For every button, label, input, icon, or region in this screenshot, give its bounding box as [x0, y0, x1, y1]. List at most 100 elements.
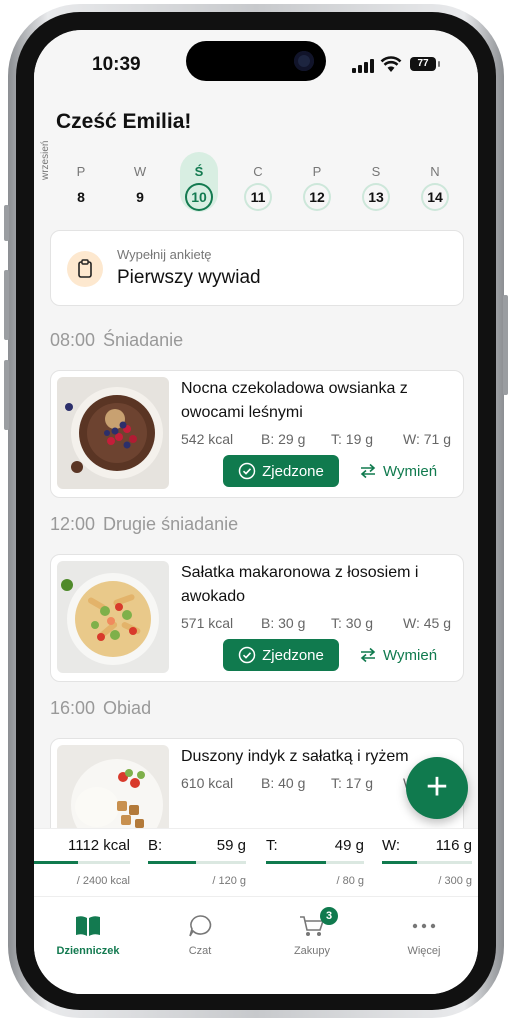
- meal-time: 16:00: [50, 698, 96, 718]
- meal-card[interactable]: Nocna czekoladowa owsianka z owocami leś…: [50, 370, 464, 498]
- meal-label: Śniadanie: [103, 330, 184, 350]
- meal-kcal: 542 kcal: [181, 431, 234, 447]
- swap-icon: [360, 463, 376, 479]
- wifi-icon: [380, 56, 402, 72]
- swap-button[interactable]: Wymień: [359, 455, 455, 487]
- meal-carbs: W: 45 g: [403, 615, 451, 631]
- survey-card[interactable]: Wypełnij ankietę Pierwszy wywiad: [50, 230, 464, 306]
- meal-fat: T: 17 g: [331, 775, 374, 791]
- more-icon: [412, 923, 436, 929]
- summary-target: / 120 g: [212, 875, 246, 887]
- meal-time: 12:00: [50, 514, 96, 534]
- day-number: 8: [77, 189, 85, 205]
- summary-progress-fill: [148, 861, 197, 864]
- tab-wiecej[interactable]: Więcej: [374, 911, 474, 957]
- volume-up-button: [4, 270, 9, 340]
- day-letter: P: [76, 164, 86, 179]
- status-time: 10:39: [92, 54, 141, 75]
- summary-progress-fill: [382, 861, 418, 864]
- power-button: [503, 295, 508, 395]
- dynamic-island: [186, 41, 326, 81]
- summary-value: 49 g: [334, 837, 364, 854]
- screen: 10:39 77 Cześć Emilia! wrzesień P8 W9 Ś1…: [34, 30, 478, 994]
- day-item[interactable]: C 11: [239, 152, 277, 212]
- status-bar: 10:39 77: [34, 30, 478, 94]
- side-button: [4, 205, 9, 241]
- meal-slot-header: 08:00 Śniadanie: [50, 330, 183, 351]
- swap-button-label: Wymień: [383, 462, 438, 480]
- meal-fat: T: 19 g: [331, 431, 374, 447]
- summary-progress-bar: [34, 861, 130, 864]
- summary-value: 116 g: [435, 837, 472, 854]
- summary-fat: T: 49 g / 80 g: [266, 837, 364, 893]
- day-item-today[interactable]: Ś 10: [180, 152, 218, 212]
- meal-kcal: 571 kcal: [181, 615, 234, 631]
- day-number: 13: [364, 185, 388, 209]
- book-icon: [76, 916, 100, 936]
- day-number: 14: [423, 185, 447, 209]
- meal-carbs: W: 71 g: [403, 431, 451, 447]
- summary-progress-fill: [34, 861, 79, 864]
- eaten-button-label: Zjedzone: [262, 462, 324, 480]
- day-number: 10: [187, 185, 211, 209]
- tab-czat[interactable]: Czat: [150, 911, 250, 957]
- camera-icon: [294, 51, 314, 71]
- meal-protein: B: 29 g: [261, 431, 306, 447]
- summary-progress-bar: [148, 861, 246, 864]
- summary-label: T:: [266, 837, 278, 854]
- swap-button[interactable]: Wymień: [359, 639, 455, 671]
- eaten-button[interactable]: Zjedzone: [223, 639, 339, 671]
- battery-icon: 77: [410, 57, 440, 71]
- meal-name: Sałatka makaronowa z łososiem i awokado: [181, 564, 419, 605]
- summary-progress-bar: [382, 861, 472, 864]
- tab-dzienniczek[interactable]: Dzienniczek: [38, 911, 138, 957]
- summary-target: / 80 g: [336, 875, 364, 887]
- day-letter: S: [371, 164, 381, 179]
- day-number: 11: [246, 185, 270, 209]
- summary-label: B:: [148, 837, 163, 854]
- meal-slot-header: 12:00 Drugie śniadanie: [50, 514, 238, 535]
- clipboard-icon: [67, 251, 103, 287]
- tab-label: Zakupy: [293, 945, 331, 957]
- tab-zakupy[interactable]: 3 Zakupy: [262, 907, 362, 957]
- check-circle-icon: [238, 646, 256, 664]
- day-item[interactable]: P8: [62, 152, 100, 212]
- eaten-button[interactable]: Zjedzone: [223, 455, 339, 487]
- day-letter: N: [430, 164, 440, 179]
- meal-fat: T: 30 g: [331, 615, 374, 631]
- day-number: 9: [136, 189, 144, 205]
- day-letter: C: [253, 164, 263, 179]
- chat-icon: [189, 915, 212, 937]
- meal-photo-oatmeal: [57, 377, 169, 489]
- swap-button-label: Wymień: [383, 646, 438, 664]
- add-button[interactable]: +: [406, 757, 468, 819]
- summary-value: 59 g: [216, 837, 246, 854]
- day-number: 12: [305, 185, 329, 209]
- meal-kcal: 610 kcal: [181, 775, 234, 791]
- survey-subtitle: Wypełnij ankietę: [117, 247, 212, 262]
- cart-badge: 3: [320, 907, 338, 925]
- summary-kcal: 1112 kcal / 2400 kcal: [34, 837, 130, 893]
- day-item[interactable]: N 14: [416, 152, 454, 212]
- check-circle-icon: [238, 462, 256, 480]
- signal-icon: [352, 59, 374, 73]
- meal-name: Duszony indyk z sałatką i ryżem: [181, 748, 409, 765]
- meal-slot-header: 16:00 Obiad: [50, 698, 151, 719]
- meal-protein: B: 40 g: [261, 775, 306, 791]
- summary-label: W:: [382, 837, 401, 854]
- greeting-title: Cześć Emilia!: [56, 110, 192, 133]
- week-strip: P8 W9 Ś 10 C 11 P 12 S 13 N 14: [58, 152, 478, 218]
- meal-label: Drugie śniadanie: [103, 514, 239, 534]
- meal-protein: B: 30 g: [261, 615, 306, 631]
- summary-progress-bar: [266, 861, 364, 864]
- tab-bar: Dzienniczek Czat 3 Zakupy Więcej: [34, 896, 478, 994]
- tab-label: Więcej: [407, 945, 441, 957]
- survey-title: Pierwszy wywiad: [117, 267, 261, 288]
- day-item[interactable]: S 13: [357, 152, 395, 212]
- volume-down-button: [4, 360, 9, 430]
- meal-card[interactable]: Sałatka makaronowa z łososiem i awokado …: [50, 554, 464, 682]
- day-letter: Ś: [194, 164, 204, 179]
- day-item[interactable]: W9: [121, 152, 159, 212]
- day-item[interactable]: P 12: [298, 152, 336, 212]
- summary-target: / 300 g: [438, 875, 472, 887]
